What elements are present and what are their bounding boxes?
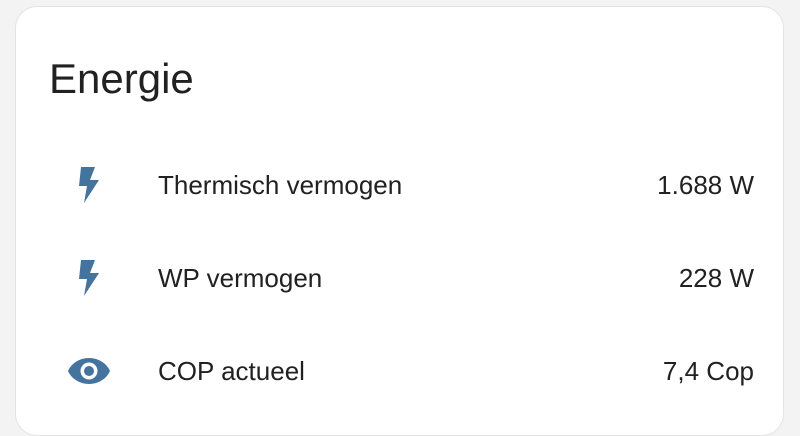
- entity-value: 7,4 Cop: [662, 356, 754, 386]
- entity-row-thermal-power[interactable]: Thermisch vermogen 1.688 W: [16, 155, 785, 215]
- entity-row-cop[interactable]: COP actueel 7,4 Cop: [16, 341, 785, 401]
- flash-icon: [67, 167, 111, 203]
- entity-label: Thermisch vermogen: [158, 170, 403, 200]
- entity-value: 1.688 W: [657, 170, 754, 200]
- card-title: Energie: [49, 55, 194, 102]
- entity-label: COP actueel: [158, 356, 305, 386]
- entity-row-wp-power[interactable]: WP vermogen 228 W: [16, 248, 785, 308]
- eye-icon: [67, 353, 111, 389]
- entity-value: 228 W: [678, 263, 754, 293]
- energy-card: Energie Thermisch vermogen 1.688 W WP ve…: [15, 6, 784, 436]
- flash-icon: [67, 260, 111, 296]
- entity-label: WP vermogen: [158, 263, 323, 293]
